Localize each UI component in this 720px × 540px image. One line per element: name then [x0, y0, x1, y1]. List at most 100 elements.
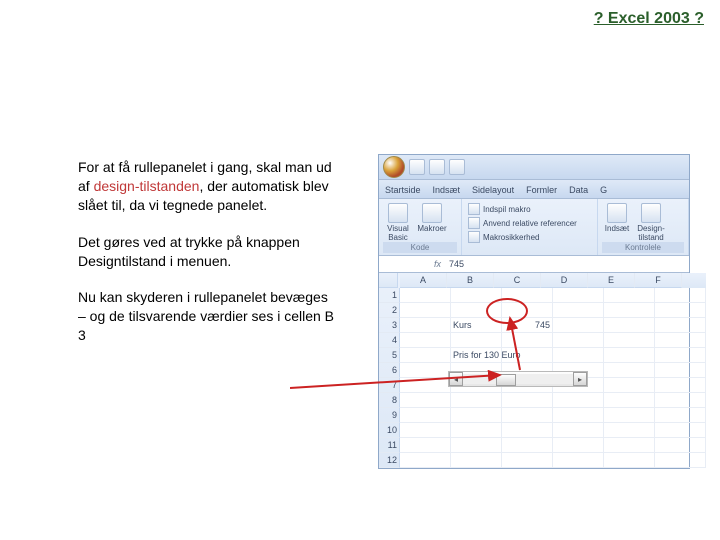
cell[interactable] — [604, 288, 655, 303]
tab-startside[interactable]: Startside — [379, 182, 427, 198]
cell[interactable] — [553, 453, 604, 468]
col-header[interactable]: B — [447, 273, 494, 288]
cell[interactable] — [604, 348, 655, 363]
row-header[interactable]: 7 — [379, 378, 400, 393]
cell[interactable] — [400, 348, 451, 363]
cell[interactable] — [400, 408, 451, 423]
cell[interactable] — [604, 423, 655, 438]
cell[interactable] — [400, 318, 451, 333]
cell[interactable] — [451, 288, 502, 303]
cell[interactable] — [604, 453, 655, 468]
cell[interactable] — [451, 393, 502, 408]
makrosikkerhed-button[interactable]: Makrosikkerhed — [468, 231, 591, 243]
row-header[interactable]: 8 — [379, 393, 400, 408]
tab-sidelayout[interactable]: Sidelayout — [466, 182, 520, 198]
cell[interactable] — [604, 393, 655, 408]
cell[interactable] — [604, 333, 655, 348]
cell[interactable] — [604, 408, 655, 423]
row-header[interactable]: 10 — [379, 423, 400, 438]
cell[interactable] — [400, 333, 451, 348]
col-header[interactable]: F — [635, 273, 682, 288]
tab-more[interactable]: G — [594, 182, 613, 198]
visual-basic-button[interactable]: Visual Basic — [383, 201, 413, 242]
cell[interactable] — [655, 453, 706, 468]
cell[interactable] — [553, 348, 604, 363]
cell[interactable] — [502, 453, 553, 468]
cell[interactable] — [553, 393, 604, 408]
cell[interactable] — [655, 393, 706, 408]
cell[interactable] — [502, 438, 553, 453]
office-button-icon[interactable] — [383, 156, 405, 178]
cell[interactable] — [451, 333, 502, 348]
cell[interactable] — [553, 318, 604, 333]
cell[interactable] — [451, 438, 502, 453]
qat-redo-icon[interactable] — [449, 159, 465, 175]
select-all-corner[interactable] — [379, 273, 398, 288]
cell[interactable] — [604, 378, 655, 393]
cell[interactable] — [655, 423, 706, 438]
cell[interactable] — [655, 378, 706, 393]
cell[interactable] — [655, 363, 706, 378]
cell-c3[interactable]: 745 — [502, 318, 553, 333]
cell[interactable] — [553, 423, 604, 438]
cell[interactable] — [655, 438, 706, 453]
cell[interactable] — [400, 393, 451, 408]
row-header[interactable]: 3 — [379, 318, 400, 333]
col-header[interactable]: D — [541, 273, 588, 288]
cell[interactable] — [502, 423, 553, 438]
cell[interactable] — [553, 333, 604, 348]
cell[interactable] — [502, 303, 553, 318]
cell[interactable] — [655, 333, 706, 348]
cell[interactable] — [502, 288, 553, 303]
relative-refs-button[interactable]: Anvend relative referencer — [468, 217, 591, 229]
cell[interactable] — [451, 453, 502, 468]
makroer-button[interactable]: Makroer — [417, 201, 447, 242]
cell[interactable] — [502, 333, 553, 348]
cell[interactable] — [604, 363, 655, 378]
col-header[interactable]: C — [494, 273, 541, 288]
cell[interactable] — [655, 303, 706, 318]
cell[interactable] — [451, 423, 502, 438]
cell[interactable] — [400, 303, 451, 318]
cell[interactable] — [553, 288, 604, 303]
cell[interactable] — [604, 438, 655, 453]
row-header[interactable]: 12 — [379, 453, 400, 468]
cell-b5[interactable]: Pris for 130 Euro — [451, 348, 502, 363]
cell[interactable] — [502, 408, 553, 423]
tab-formler[interactable]: Formler — [520, 182, 563, 198]
cell[interactable] — [400, 288, 451, 303]
cell[interactable] — [400, 363, 451, 378]
cell[interactable] — [655, 318, 706, 333]
scroll-right-icon[interactable]: ▸ — [573, 372, 587, 386]
cell[interactable] — [400, 378, 451, 393]
cell[interactable] — [604, 303, 655, 318]
scroll-left-icon[interactable]: ◂ — [449, 372, 463, 386]
cell[interactable] — [400, 438, 451, 453]
fx-icon[interactable]: fx — [430, 259, 445, 269]
indspil-makro-button[interactable]: Indspil makro — [468, 203, 591, 215]
formula-value[interactable]: 745 — [445, 259, 468, 269]
row-header[interactable]: 2 — [379, 303, 400, 318]
col-header[interactable]: A — [400, 273, 447, 288]
row-header[interactable]: 1 — [379, 288, 400, 303]
cell[interactable] — [451, 303, 502, 318]
indsaet-control-button[interactable]: Indsæt — [602, 201, 632, 242]
cell[interactable] — [553, 408, 604, 423]
cell[interactable] — [553, 438, 604, 453]
cell[interactable] — [502, 348, 553, 363]
cell[interactable] — [400, 423, 451, 438]
qat-save-icon[interactable] — [409, 159, 425, 175]
row-header[interactable]: 11 — [379, 438, 400, 453]
cell-b3[interactable]: Kurs — [451, 318, 502, 333]
tab-indsaet[interactable]: Indsæt — [427, 182, 467, 198]
row-header[interactable]: 5 — [379, 348, 400, 363]
cell[interactable] — [502, 393, 553, 408]
col-header[interactable]: E — [588, 273, 635, 288]
scroll-track[interactable] — [463, 374, 573, 384]
cell[interactable] — [655, 288, 706, 303]
cell[interactable] — [553, 303, 604, 318]
row-header[interactable]: 4 — [379, 333, 400, 348]
row-header[interactable]: 6 — [379, 363, 400, 378]
cell[interactable] — [400, 453, 451, 468]
cell[interactable] — [655, 408, 706, 423]
